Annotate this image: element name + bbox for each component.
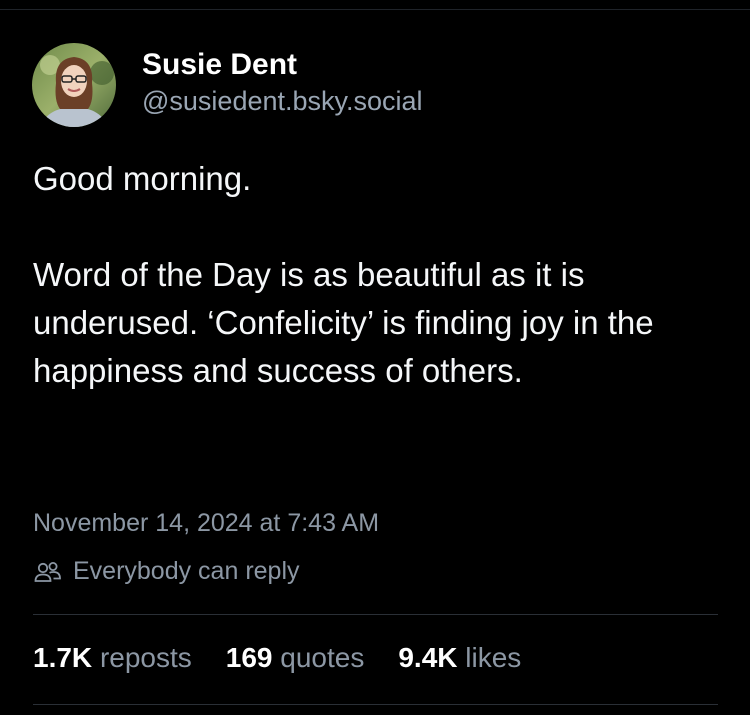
reposts-stat[interactable]: 1.7K reposts <box>33 642 192 674</box>
quotes-label: quotes <box>280 642 365 673</box>
post-paragraph: Word of the Day is as beautiful as it is… <box>33 256 654 389</box>
stats-bottom-divider <box>33 704 718 705</box>
likes-label: likes <box>465 642 522 673</box>
top-divider <box>0 9 750 10</box>
post-body: Good morning. Word of the Day is as beau… <box>33 155 723 395</box>
reposts-count: 1.7K <box>33 642 93 673</box>
reposts-label: reposts <box>99 642 192 673</box>
post-stats: 1.7K reposts 169 quotes 9.4K likes <box>33 642 555 674</box>
author-names: Susie Dent @susiedent.bsky.social <box>142 47 423 119</box>
author-display-name[interactable]: Susie Dent <box>142 47 423 83</box>
likes-stat[interactable]: 9.4K likes <box>398 642 521 674</box>
quotes-stat[interactable]: 169 quotes <box>226 642 365 674</box>
post-author-header: Susie Dent @susiedent.bsky.social <box>32 43 423 127</box>
profile-photo-icon <box>32 43 116 127</box>
reply-setting-label: Everybody can reply <box>73 557 300 585</box>
stats-top-divider <box>33 614 718 615</box>
quotes-count: 169 <box>225 642 273 673</box>
author-handle[interactable]: @susiedent.bsky.social <box>142 83 423 119</box>
people-icon <box>33 560 63 584</box>
avatar[interactable] <box>32 43 116 127</box>
likes-count: 9.4K <box>398 642 458 673</box>
post-timestamp[interactable]: November 14, 2024 at 7:43 AM <box>33 509 379 538</box>
post-paragraph: Good morning. <box>33 160 252 197</box>
reply-setting: Everybody can reply <box>33 557 300 586</box>
